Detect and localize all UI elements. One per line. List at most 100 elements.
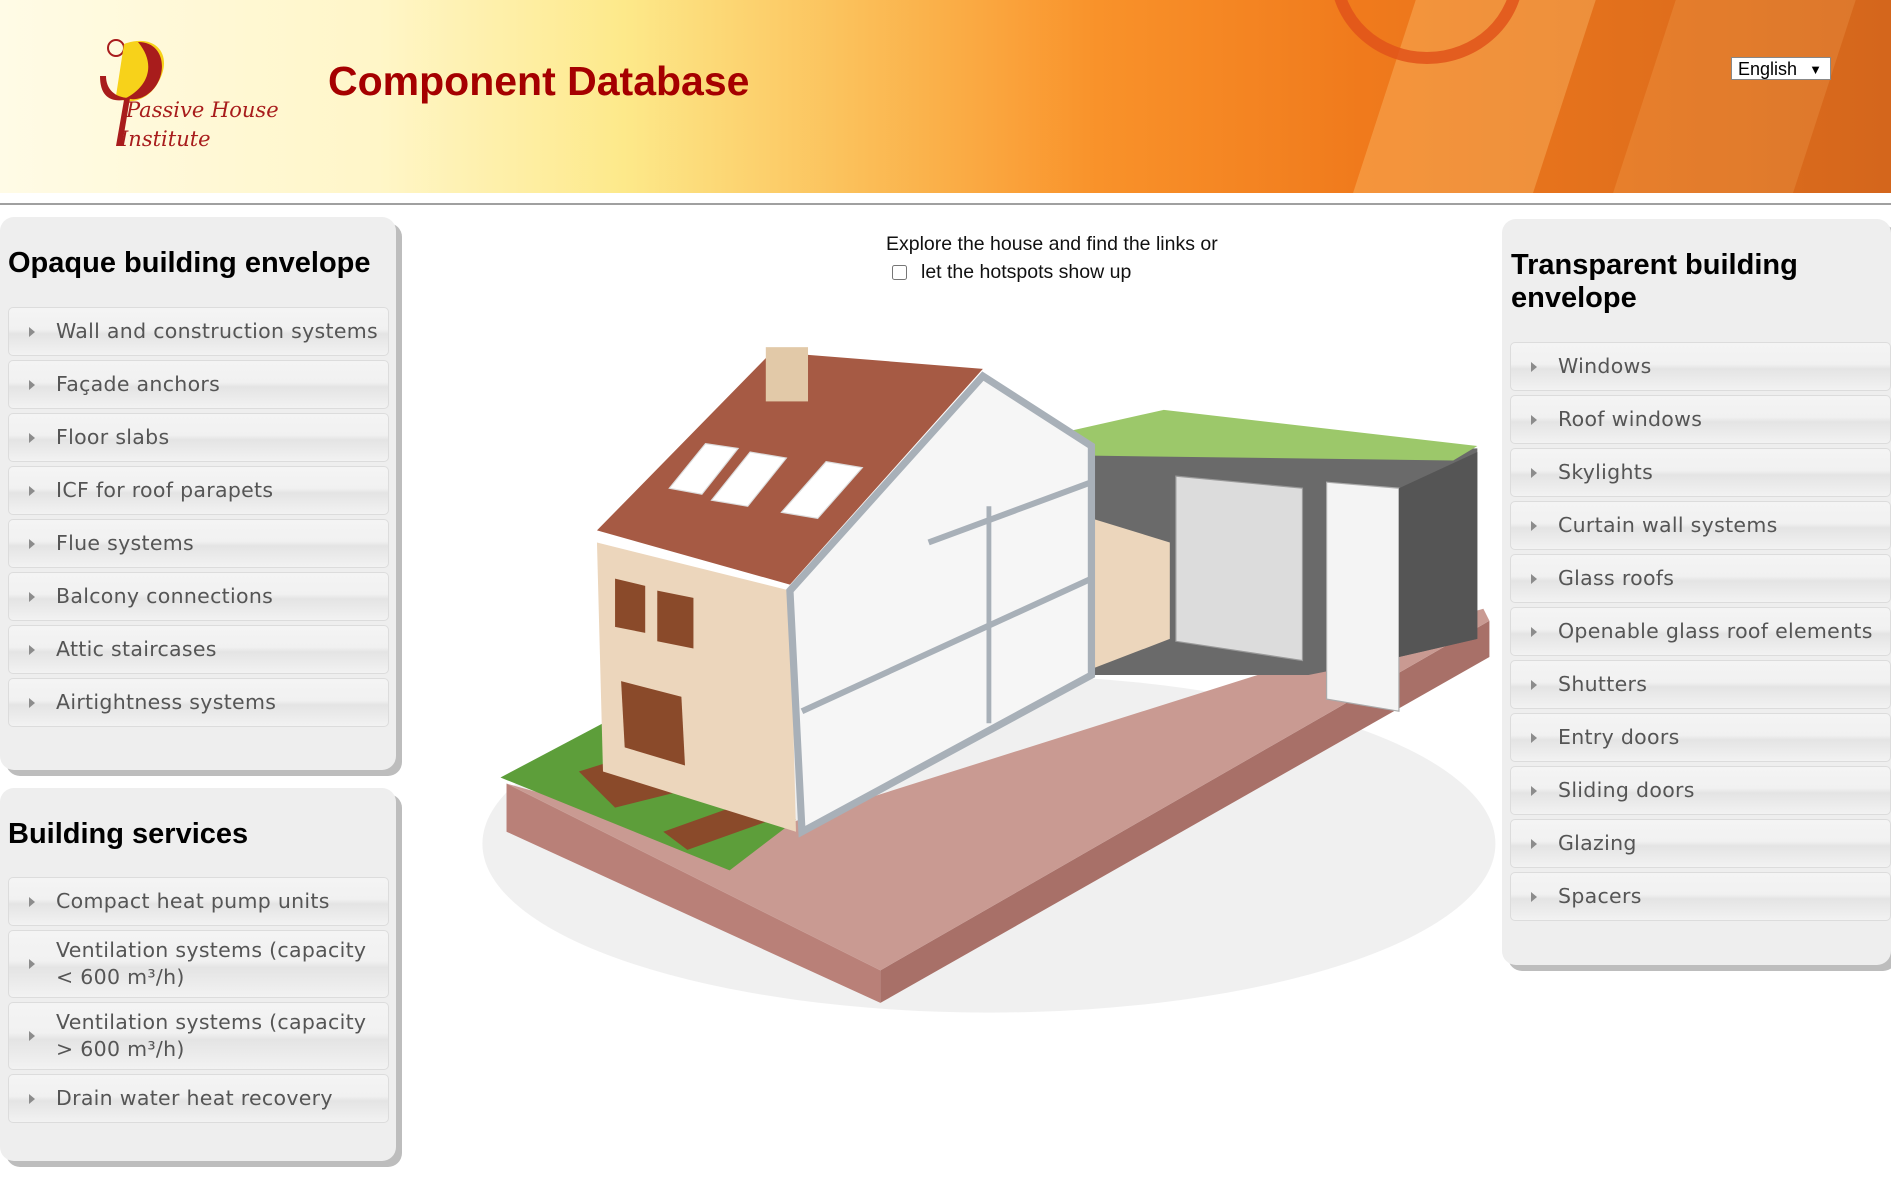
transparent-item-label: Curtain wall systems <box>1558 513 1778 537</box>
floor-line <box>800 575 1093 714</box>
opaque-item[interactable]: Floor slabs <box>8 413 389 462</box>
floor-line <box>927 479 1093 546</box>
header-banner: Passive House Institute Component Databa… <box>0 0 1891 193</box>
opaque-item-label: Airtightness systems <box>56 690 277 714</box>
opaque-item-label: Wall and construction sys­tems <box>56 319 379 343</box>
triangle-right-icon <box>29 959 35 969</box>
services-item-label: Ventilation systems (capacity < 600 m³/h… <box>56 938 367 989</box>
window <box>657 590 694 649</box>
transparent-item[interactable]: Curtain wall systems <box>1510 501 1891 550</box>
triangle-right-icon <box>29 1031 35 1041</box>
triangle-right-icon <box>29 432 35 443</box>
services-item[interactable]: Ventilation systems (capacity > 600 m³/h… <box>8 1002 389 1070</box>
terrace <box>578 741 712 808</box>
transparent-envelope-panel: Transparent building envelope Windows Roo… <box>1502 219 1891 965</box>
triangle-right-icon <box>1531 838 1537 849</box>
logo-text: Passive House Institute <box>120 96 279 154</box>
roof-window <box>780 461 864 519</box>
triangle-right-icon <box>1531 361 1537 372</box>
transparent-item[interactable]: Glass roofs <box>1510 554 1891 603</box>
triangle-right-icon <box>29 896 35 907</box>
opaque-envelope-panel: Opaque building envelope Wall and constr… <box>0 217 396 770</box>
triangle-right-icon <box>29 644 35 655</box>
transparent-item[interactable]: Shutters <box>1510 660 1891 709</box>
transparent-item[interactable]: Glazing <box>1510 819 1891 868</box>
transparent-item[interactable]: Windows <box>1510 342 1891 391</box>
opaque-item-label: Façade anchors <box>56 372 221 396</box>
house-front-wall <box>596 542 796 832</box>
transparent-item[interactable]: Spacers <box>1510 872 1891 921</box>
opaque-item-label: ICF for roof parapets <box>56 478 274 502</box>
door <box>621 681 686 766</box>
hotspots-toggle[interactable]: let the hotspots show up <box>886 258 1218 286</box>
transparent-item-label: Entry doors <box>1558 725 1680 749</box>
opaque-item[interactable]: Wall and construction sys­tems <box>8 307 389 356</box>
annex-cutaway <box>1325 481 1400 712</box>
opaque-item[interactable]: Airtightness systems <box>8 678 389 727</box>
opaque-item-label: Balcony connections <box>56 584 274 608</box>
transparent-item-label: Spacers <box>1558 884 1642 908</box>
triangle-right-icon <box>29 485 35 496</box>
transparent-list: Windows Roof windows Skylights Curtain wall… <box>1510 342 1891 921</box>
roof-window <box>668 442 740 495</box>
triangle-right-icon <box>1531 467 1537 478</box>
lawn <box>500 723 796 871</box>
transparent-item[interactable]: Sliding doors <box>1510 766 1891 815</box>
slab-side-left <box>506 783 881 1003</box>
hotspots-checkbox[interactable] <box>892 264 907 280</box>
chimney <box>765 347 809 402</box>
hotspots-label: let the hotspots show up <box>921 261 1132 283</box>
curtain-wall <box>1175 475 1304 662</box>
roof <box>596 351 983 585</box>
triangle-right-icon <box>1531 679 1537 690</box>
triangle-right-icon <box>1531 732 1537 743</box>
slab-top <box>506 608 1490 971</box>
link-wall <box>1091 518 1170 670</box>
services-panel-title: Building services <box>8 818 249 850</box>
transparent-item[interactable]: Skylights <box>1510 448 1891 497</box>
opaque-item[interactable]: Balcony connections <box>8 572 389 621</box>
triangle-right-icon <box>1531 520 1537 531</box>
green-roof <box>1067 409 1478 461</box>
services-item-label: Compact heat pump units <box>56 889 330 913</box>
header-divider <box>0 203 1891 205</box>
transparent-panel-title: Transparent building envelope <box>1511 249 1798 314</box>
annex-side <box>1398 452 1478 657</box>
transparent-item-label: Skylights <box>1558 460 1654 484</box>
intro-text: Explore the house and find the links or … <box>886 230 1218 286</box>
triangle-right-icon <box>29 379 35 390</box>
triangle-right-icon <box>1531 891 1537 902</box>
logo-text-line2: Institute <box>120 127 211 151</box>
services-item[interactable]: Compact heat pump units <box>8 877 389 926</box>
services-item[interactable]: Ventilation systems (capacity < 600 m³/h… <box>8 930 389 998</box>
opaque-item[interactable]: ICF for roof parapets <box>8 466 389 515</box>
opaque-item[interactable]: Façade anchors <box>8 360 389 409</box>
triangle-right-icon <box>1531 414 1537 425</box>
opaque-item-label: Floor slabs <box>56 425 170 449</box>
triangle-right-icon <box>29 697 35 708</box>
triangle-right-icon <box>1531 626 1537 637</box>
triangle-right-icon <box>29 326 35 337</box>
services-list: Compact heat pump units Ventilation syste… <box>8 877 389 1123</box>
transparent-item-label: Glazing <box>1558 831 1637 855</box>
intro-line: Explore the house and find the links or <box>886 233 1218 255</box>
logo-text-line1: Passive House <box>126 98 279 122</box>
language-selected: English <box>1738 59 1798 79</box>
transparent-item[interactable]: Entry doors <box>1510 713 1891 762</box>
transparent-item[interactable]: Roof windows <box>1510 395 1891 444</box>
opaque-item[interactable]: Flue systems <box>8 519 389 568</box>
transparent-item[interactable]: Openable glass roof ele­ments <box>1510 607 1891 656</box>
transparent-item-label: Roof windows <box>1558 407 1703 431</box>
transparent-item-label: Shutters <box>1558 672 1648 696</box>
building-services-panel: Building services Compact heat pump unit… <box>0 788 396 1161</box>
annex-wall <box>1091 448 1478 676</box>
opaque-list: Wall and construction sys­tems Façade anc… <box>8 307 389 727</box>
terrace <box>663 801 772 850</box>
language-select[interactable]: English ▼ <box>1731 57 1831 80</box>
services-item[interactable]: Drain water heat recovery <box>8 1074 389 1123</box>
page-title: Component Database <box>328 58 750 104</box>
dropdown-triangle-icon: ▼ <box>1809 62 1822 77</box>
house-cutaway <box>786 371 1096 838</box>
opaque-item-label: Flue systems <box>56 531 195 555</box>
opaque-item[interactable]: Attic staircases <box>8 625 389 674</box>
